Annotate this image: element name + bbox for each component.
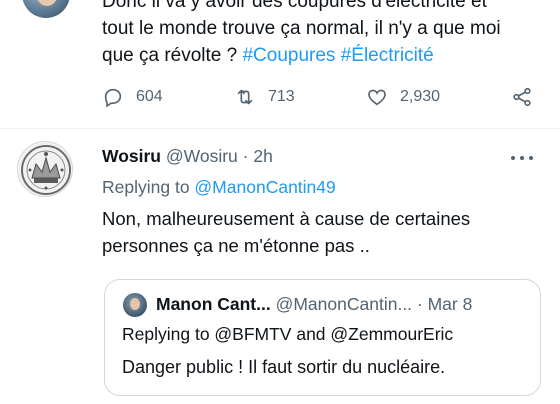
hashtag-coupures-link[interactable]: #Coupures <box>242 45 335 66</box>
replying-to: Replying to @ManonCantin49 <box>102 177 336 198</box>
tweet-time[interactable]: 2h <box>253 146 272 166</box>
author-handle[interactable]: @Wosiru <box>166 146 238 166</box>
quoted-date: Mar 8 <box>427 294 473 314</box>
retweet-button[interactable]: 713 <box>234 86 295 108</box>
top-tweet-line-1: Donc il va y avoir des coupures d'électr… <box>102 0 487 12</box>
top-tweet-line-3: que ça révolte ? #Coupures #Électricité <box>102 42 547 69</box>
tweet-action-bar: 604 713 2,930 <box>102 86 542 112</box>
more-icon[interactable] <box>508 153 536 163</box>
quoted-tweet-header: Manon Cant... @ManonCantin... · Mar 8 <box>156 294 472 315</box>
reply-icon <box>104 88 122 108</box>
like-button[interactable]: 2,930 <box>366 86 440 108</box>
quoted-tweet-card[interactable]: Manon Cant... @ManonCantin... · Mar 8 Re… <box>104 279 541 396</box>
like-count: 2,930 <box>400 88 441 105</box>
wosiru-avatar[interactable] <box>17 141 73 197</box>
replying-label: Replying to <box>102 177 195 197</box>
tweet-divider <box>0 128 560 129</box>
share-button[interactable] <box>511 86 533 108</box>
hashtag-electricite-link[interactable]: #Électricité <box>341 45 434 66</box>
reply-tweet-text: Non, malheureusement à cause de certaine… <box>102 205 542 259</box>
reply-text-line-2: personnes ça ne m'étonne pas .. <box>102 235 370 256</box>
top-tweet-avatar[interactable] <box>22 0 70 18</box>
quoted-replying-to: Replying to @BFMTV and @ZemmourEric <box>122 324 454 344</box>
quoted-tweet-text: Danger public ! Il faut sortir du nucléa… <box>122 357 446 377</box>
share-icon <box>513 87 531 107</box>
retweet-count: 713 <box>268 88 295 105</box>
quoted-separator: · <box>412 294 428 314</box>
top-tweet-line-3-prefix: que ça révolte ? <box>102 45 243 66</box>
top-tweet-line-2: tout le monde trouve ça normal, il n'y a… <box>102 18 501 39</box>
top-tweet-text: Donc il va y avoir des coupures d'électr… <box>102 0 547 69</box>
reply-count: 604 <box>136 88 163 105</box>
reply-button[interactable]: 604 <box>102 86 163 108</box>
reply-tweet-header: Wosiru @Wosiru · 2h <box>102 146 273 167</box>
replying-mention-link[interactable]: @ManonCantin49 <box>194 177 335 197</box>
quoted-author-handle: @ManonCantin... <box>275 294 413 314</box>
retweet-icon <box>237 89 253 105</box>
author-name[interactable]: Wosiru <box>102 146 161 166</box>
header-separator: · <box>237 146 254 166</box>
quoted-author-name: Manon Cant... <box>156 294 271 314</box>
quoted-author-avatar <box>123 293 147 317</box>
reply-text-line-1: Non, malheureusement à cause de certaine… <box>102 208 471 229</box>
like-icon <box>368 89 386 106</box>
